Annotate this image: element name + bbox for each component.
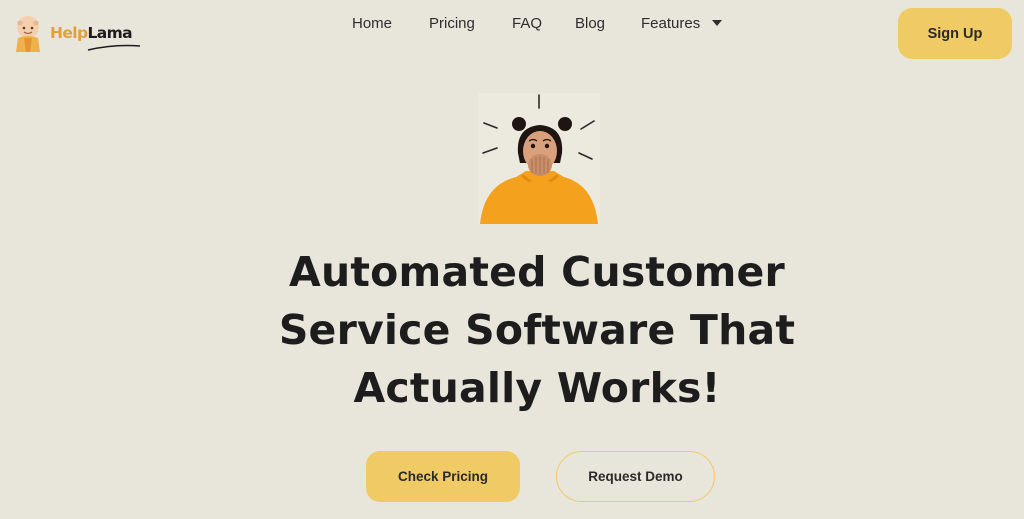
logo-text-lama: Lama (87, 24, 133, 42)
nav-pricing[interactable]: Pricing (429, 15, 475, 32)
logo-swoosh (87, 44, 141, 51)
logo-text-help: Help (50, 24, 88, 42)
headline-line-2: Service Software That (278, 306, 796, 354)
nav-faq[interactable]: FAQ (512, 15, 542, 32)
nav-blog[interactable]: Blog (575, 15, 605, 32)
check-pricing-button[interactable]: Check Pricing (366, 451, 520, 502)
headline-line-3: Actually Works! (353, 364, 721, 412)
headline-line-1: Automated Customer (289, 248, 785, 296)
logo[interactable]: Help Lama (10, 14, 141, 52)
sign-up-button[interactable]: Sign Up (898, 8, 1012, 59)
caret-down-icon (712, 20, 723, 26)
hero-headline: Automated Customer Service Software That… (212, 243, 862, 417)
request-demo-button[interactable]: Request Demo (556, 451, 715, 502)
nav-features-dropdown[interactable]: Features (641, 14, 723, 32)
nav-features-label: Features (641, 14, 701, 32)
surprised-woman-illustration (478, 93, 600, 224)
nav-home[interactable]: Home (352, 15, 392, 32)
monk-mascot-icon (16, 16, 40, 52)
